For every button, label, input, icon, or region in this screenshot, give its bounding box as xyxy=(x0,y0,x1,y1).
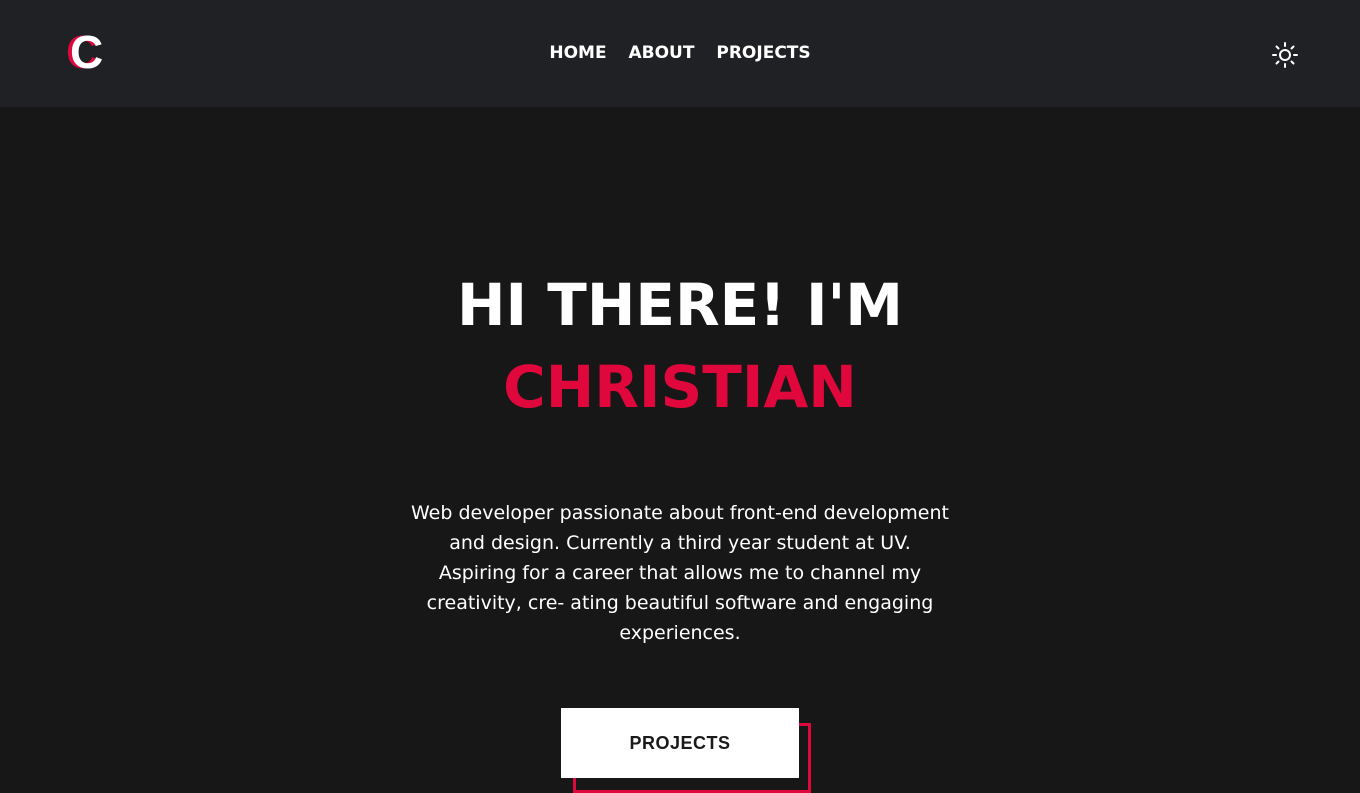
hero-name: CHRISTIAN xyxy=(503,353,857,421)
nav-home[interactable]: HOME xyxy=(549,43,606,63)
hero: HI THERE! I'M CHRISTIAN Web developer pa… xyxy=(0,264,1360,793)
nav-about[interactable]: ABOUT xyxy=(628,43,694,63)
site-header: C C HOME ABOUT PROJECTS xyxy=(0,0,1360,107)
hero-heading: HI THERE! I'M CHRISTIAN xyxy=(0,264,1360,428)
main-nav: HOME ABOUT PROJECTS xyxy=(0,43,1360,63)
projects-button-wrap: PROJECTS xyxy=(561,708,811,793)
sun-icon[interactable] xyxy=(1272,42,1298,68)
nav-projects[interactable]: PROJECTS xyxy=(716,43,810,63)
greeting: HI THERE! I'M xyxy=(456,271,904,339)
bio: Web developer passionate about front-end… xyxy=(410,502,949,644)
projects-button[interactable]: PROJECTS xyxy=(561,708,799,778)
